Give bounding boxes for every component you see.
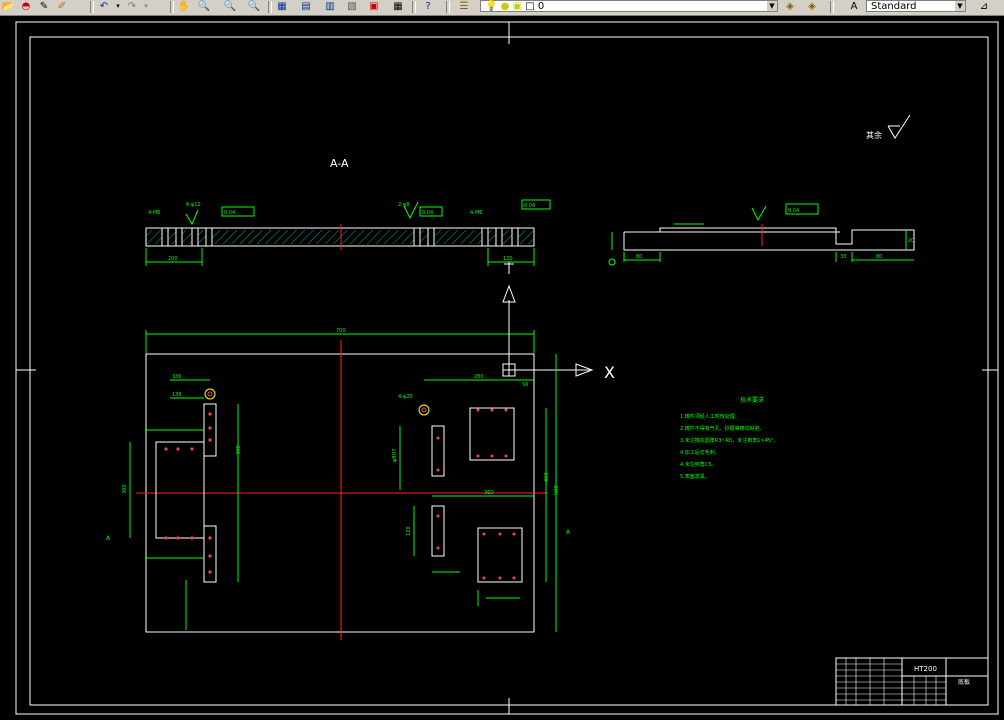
svg-text:280: 280 [474, 374, 484, 380]
svg-text:360: 360 [484, 490, 494, 496]
svg-text:4-φ20: 4-φ20 [398, 394, 413, 400]
autocad-window: 📂 ◓ ✎ ✐ ↶ ▾ ↷ ▾ ✋ 🔍 🔍 🔍 ▦ ▤ ▥ ▧ ▣ ▦ ? ☰ … [0, 0, 1004, 720]
svg-text:580: 580 [554, 485, 560, 495]
toolbar-separator [90, 1, 94, 13]
surface-symbol-label: 其余 [866, 130, 882, 140]
text-style-name: Standard [871, 1, 917, 12]
layer-previous-icon[interactable]: ◈ [804, 0, 820, 13]
zoom-realtime-icon[interactable]: 🔍 [196, 0, 212, 13]
svg-text:300: 300 [236, 445, 242, 455]
svg-text:2-φ8: 2-φ8 [398, 202, 409, 208]
help-icon[interactable]: ? [420, 0, 436, 13]
toolbar-separator [268, 1, 272, 13]
layer-dropdown[interactable]: 💡 ● ▣ □ 0 ▼ [480, 0, 778, 12]
chevron-down-icon[interactable]: ▼ [955, 1, 965, 11]
design-center-icon[interactable]: ▤ [298, 0, 314, 13]
surface-finish-symbol: 其余 [866, 114, 911, 140]
svg-text:120: 120 [406, 526, 412, 536]
svg-text:336: 336 [172, 374, 182, 380]
svg-text:200: 200 [168, 256, 178, 262]
svg-text:700: 700 [336, 328, 346, 334]
drawing-canvas[interactable]: A-A 其余 200 120 0.04 0.04 0.04 4-M6 6-φ12… [0, 16, 1004, 720]
pencil-icon[interactable]: ✎ [36, 0, 52, 13]
tool-palettes-icon[interactable]: ▥ [322, 0, 338, 13]
undo-icon[interactable]: ↶ [96, 0, 112, 13]
text-style-dropdown[interactable]: Standard ▼ [866, 0, 966, 12]
tech-note: 4.加工后去毛刺。 [680, 449, 720, 456]
ucs-x-label: X [604, 363, 615, 382]
toolbar-separator [170, 1, 174, 13]
title-block: HT200 底板 [835, 657, 989, 706]
toolbar-separator [412, 1, 416, 13]
toolbar-separator [446, 1, 450, 13]
svg-text:0.04: 0.04 [224, 210, 235, 216]
plan-view: 700 X 336 136 300 300 A 4-φ20 280 56 360… [106, 284, 615, 640]
chevron-down-icon[interactable]: ▼ [767, 1, 777, 11]
svg-text:136: 136 [172, 392, 182, 398]
svg-text:120: 120 [503, 256, 513, 262]
layer-name: 0 [537, 1, 545, 12]
svg-text:4-M6: 4-M6 [148, 210, 160, 216]
undo-dropdown-icon[interactable]: ▾ [114, 0, 122, 13]
zoom-window-icon[interactable]: 🔍 [222, 0, 238, 13]
zoom-previous-icon[interactable]: 🔍 [246, 0, 262, 13]
open-icon[interactable]: 📂 [0, 0, 16, 13]
brush-icon[interactable]: ✐ [54, 0, 70, 13]
tech-note: 5.表面发黑。 [680, 473, 710, 480]
svg-text:56: 56 [522, 382, 528, 388]
part-name: 底板 [958, 678, 970, 686]
side-view: 0.04 80 33 80 20 [608, 203, 915, 266]
dimension-style-icon[interactable]: ⊿ [976, 0, 992, 13]
color-swatch-icon: □ [525, 1, 535, 12]
svg-text:0.04: 0.04 [788, 208, 799, 214]
calculator-icon[interactable]: ▦ [390, 0, 406, 13]
section-view: 200 120 0.04 0.04 0.04 4-M6 6-φ12 2-φ8 4… [145, 199, 551, 274]
sheet-set-icon[interactable]: ▧ [344, 0, 360, 13]
lightbulb-icon: 💡 [485, 1, 498, 12]
svg-text:6-φ12: 6-φ12 [186, 202, 201, 208]
layers-icon[interactable]: ☰ [456, 0, 472, 13]
lock-icon: ▣ [512, 1, 523, 12]
svg-text:20: 20 [908, 238, 914, 244]
svg-text:4-M6: 4-M6 [470, 210, 482, 216]
sun-icon: ● [500, 1, 510, 12]
svg-text:80: 80 [876, 254, 882, 260]
section-mark-left: A [106, 535, 111, 542]
svg-text:φ8H7: φ8H7 [392, 449, 398, 462]
section-mark-right: A [566, 529, 571, 536]
redo-dropdown-icon[interactable]: ▾ [142, 0, 150, 13]
svg-text:80: 80 [636, 254, 642, 260]
svg-text:400: 400 [544, 472, 550, 482]
tech-note: 1.铸件须经人工时效处理。 [680, 413, 740, 420]
toolbar-separator [830, 1, 834, 13]
tech-note: 4.未注倒角C5。 [680, 461, 716, 468]
tech-note: 2.铸件不得有气孔、砂眼等铸造缺陷。 [680, 425, 765, 432]
layer-state-icon[interactable]: ◈ [782, 0, 798, 13]
svg-text:33: 33 [840, 254, 846, 260]
svg-text:0.04: 0.04 [422, 210, 433, 216]
standard-toolbar: 📂 ◓ ✎ ✐ ↶ ▾ ↷ ▾ ✋ 🔍 🔍 🔍 ▦ ▤ ▥ ▧ ▣ ▦ ? ☰ … [0, 0, 1004, 16]
markup-icon[interactable]: ▣ [366, 0, 382, 13]
technical-requirements: 技术要求 1.铸件须经人工时效处理。 2.铸件不得有气孔、砂眼等铸造缺陷。 3.… [680, 396, 779, 480]
svg-text:0.04: 0.04 [524, 203, 535, 209]
properties-icon[interactable]: ▦ [274, 0, 290, 13]
tech-title: 技术要求 [740, 396, 764, 404]
material-label: HT200 [914, 665, 937, 673]
pan-icon[interactable]: ✋ [176, 0, 192, 13]
tech-note: 3.未注铸造圆角R3~R5，未注倒角1×45°。 [680, 437, 779, 444]
sheet-outer-border [15, 21, 999, 715]
svg-text:300: 300 [122, 484, 128, 494]
save-icon[interactable]: ◓ [18, 0, 34, 13]
text-style-icon[interactable]: A [846, 0, 862, 13]
section-label: A-A [330, 157, 349, 170]
redo-icon[interactable]: ↷ [124, 0, 140, 13]
